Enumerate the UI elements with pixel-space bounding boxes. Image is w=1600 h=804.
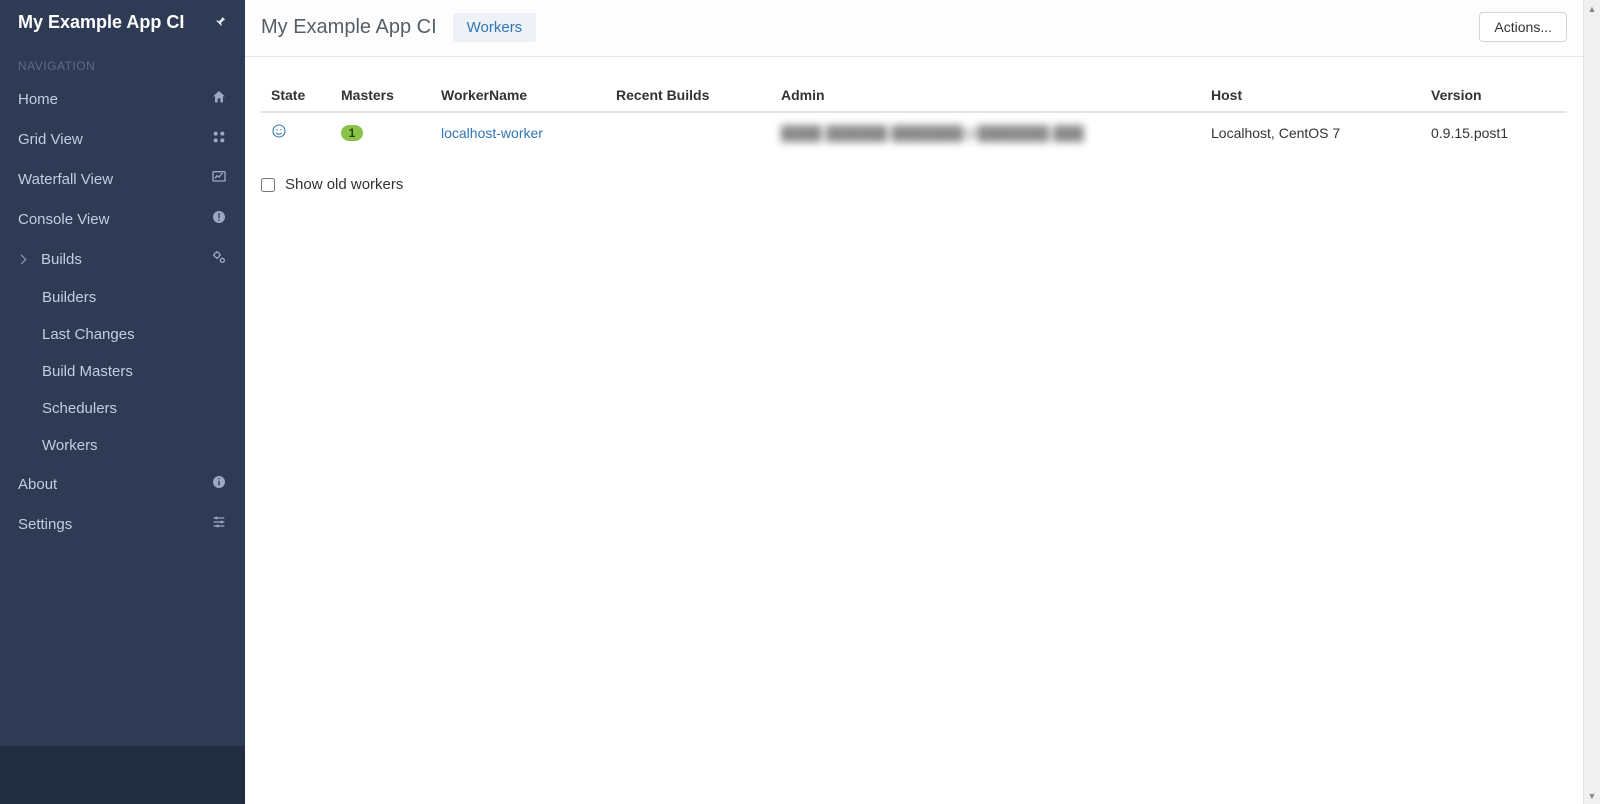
col-admin[interactable]: Admin	[771, 79, 1201, 112]
cell-host: Localhost, CentOS 7	[1201, 112, 1421, 152]
sidebar-item-label: Settings	[18, 516, 72, 533]
sidebar-item-last-changes[interactable]: Last Changes	[0, 316, 245, 353]
sidebar-item-label: Waterfall View	[18, 171, 113, 188]
col-version[interactable]: Version	[1421, 79, 1567, 112]
col-recentbuilds[interactable]: Recent Builds	[606, 79, 771, 112]
sidebar-header: My Example App CI	[0, 0, 245, 47]
table-header-row: State Masters WorkerName Recent Builds A…	[261, 79, 1567, 112]
smile-icon	[271, 126, 287, 142]
sidebar-builds-submenu: Builders Last Changes Build Masters Sche…	[0, 279, 245, 464]
sidebar-item-home[interactable]: Home	[0, 79, 245, 119]
sidebar-item-waterfall-view[interactable]: Waterfall View	[0, 159, 245, 199]
sidebar-item-label: Build Masters	[42, 363, 133, 380]
sidebar-footer	[0, 746, 245, 804]
cell-recentbuilds	[606, 112, 771, 152]
show-old-workers-row[interactable]: Show old workers	[261, 176, 1567, 193]
scroll-track[interactable]	[1584, 17, 1600, 787]
admin-redacted: ████ ██████ ███████@███████.███	[781, 125, 1084, 141]
col-host[interactable]: Host	[1201, 79, 1421, 112]
home-icon	[211, 89, 227, 109]
cell-masters: 1	[331, 112, 431, 152]
sidebar-item-builds[interactable]: Builds	[0, 239, 245, 279]
sliders-icon	[211, 514, 227, 534]
app-title: My Example App CI	[18, 12, 184, 33]
scroll-down-arrow-icon[interactable]: ▼	[1584, 787, 1600, 804]
cell-version: 0.9.15.post1	[1421, 112, 1567, 152]
sidebar-item-builders[interactable]: Builders	[0, 279, 245, 316]
cell-workername: localhost-worker	[431, 112, 606, 152]
chart-icon	[211, 169, 227, 189]
tab-workers[interactable]: Workers	[453, 13, 537, 42]
sidebar-item-label: Workers	[42, 437, 98, 454]
sidebar: My Example App CI NAVIGATION Home Grid V…	[0, 0, 245, 804]
gears-icon	[211, 249, 227, 269]
sidebar-item-build-masters[interactable]: Build Masters	[0, 353, 245, 390]
show-old-workers-label: Show old workers	[285, 176, 403, 193]
page-title: My Example App CI	[261, 16, 437, 39]
sidebar-item-label: Last Changes	[42, 326, 135, 343]
sidebar-item-workers[interactable]: Workers	[0, 427, 245, 464]
grid-icon	[211, 129, 227, 149]
sidebar-item-schedulers[interactable]: Schedulers	[0, 390, 245, 427]
info-icon	[211, 474, 227, 494]
sidebar-item-label: About	[18, 476, 57, 493]
sidebar-item-label: Builders	[42, 289, 96, 306]
pin-icon[interactable]	[213, 12, 227, 33]
sidebar-item-about[interactable]: About	[0, 464, 245, 504]
sidebar-item-label: Home	[18, 91, 58, 108]
alert-icon	[211, 209, 227, 229]
worker-name-link[interactable]: localhost-worker	[441, 125, 543, 141]
sidebar-item-grid-view[interactable]: Grid View	[0, 119, 245, 159]
content: State Masters WorkerName Recent Builds A…	[245, 57, 1583, 215]
cell-state	[261, 112, 331, 152]
table-row: 1 localhost-worker ████ ██████ ███████@█…	[261, 112, 1567, 152]
topbar: My Example App CI Workers Actions...	[245, 0, 1583, 57]
sidebar-item-label: Schedulers	[42, 400, 117, 417]
actions-button[interactable]: Actions...	[1479, 12, 1567, 42]
page-scrollbar[interactable]: ▲ ▼	[1583, 0, 1600, 804]
master-count-badge: 1	[341, 125, 363, 141]
sidebar-item-label: Builds	[41, 251, 82, 268]
col-state[interactable]: State	[261, 79, 331, 112]
workers-table: State Masters WorkerName Recent Builds A…	[261, 79, 1567, 152]
chevron-right-icon	[17, 254, 27, 264]
col-workername[interactable]: WorkerName	[431, 79, 606, 112]
main: My Example App CI Workers Actions... Sta…	[245, 0, 1583, 804]
scroll-up-arrow-icon[interactable]: ▲	[1584, 0, 1600, 17]
cell-admin: ████ ██████ ███████@███████.███	[771, 112, 1201, 152]
sidebar-item-label: Grid View	[18, 131, 83, 148]
sidebar-item-settings[interactable]: Settings	[0, 504, 245, 544]
col-masters[interactable]: Masters	[331, 79, 431, 112]
sidebar-item-label: Console View	[18, 211, 109, 228]
nav-section-label: NAVIGATION	[0, 47, 245, 79]
show-old-workers-checkbox[interactable]	[261, 178, 275, 192]
sidebar-item-console-view[interactable]: Console View	[0, 199, 245, 239]
